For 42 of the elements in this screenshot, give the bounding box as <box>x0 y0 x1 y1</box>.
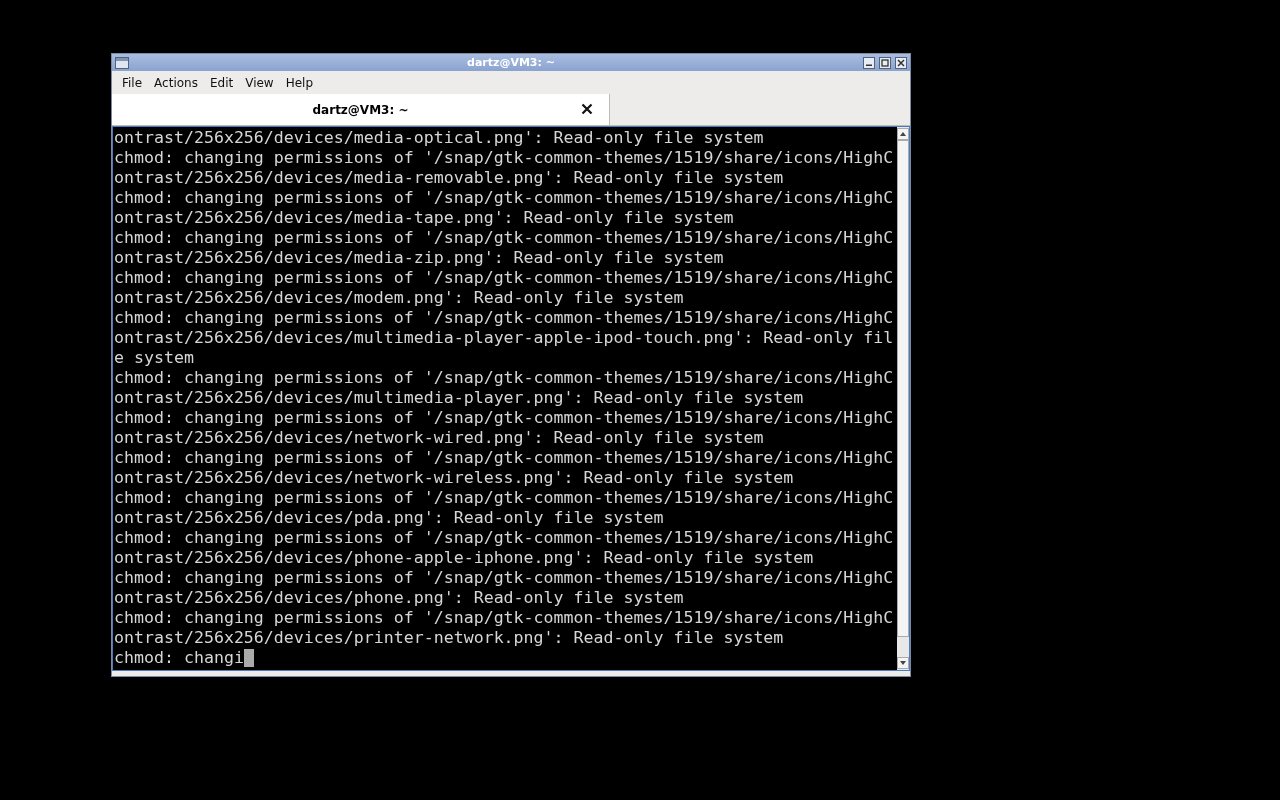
terminal-line: chmod: changing permissions of '/snap/gtk-common-themes/1519/share/icons/HighC <box>114 608 894 628</box>
terminal-line: ontrast/256x256/devices/printer-network.png': Read-only file system <box>114 628 784 648</box>
window-title: dartz@VM3: ~ <box>466 56 556 69</box>
terminal-line: chmod: changing permissions of '/snap/gtk-common-themes/1519/share/icons/HighC <box>114 228 894 248</box>
terminal-line: ontrast/256x256/devices/network-wired.png': Read-only file system <box>114 428 764 448</box>
terminal-line: chmod: changing permissions of '/snap/gtk-common-themes/1519/share/icons/HighC <box>114 148 894 168</box>
terminal-line: chmod: changing permissions of '/snap/gtk-common-themes/1519/share/icons/HighC <box>114 368 894 388</box>
terminal-line: ontrast/256x256/devices/modem.png': Read-only file system <box>114 288 684 308</box>
minimize-icon[interactable] <box>863 56 875 69</box>
terminal-line: chmod: changing permissions of '/snap/gtk-common-themes/1519/share/icons/HighC <box>114 448 894 468</box>
menu-item[interactable]: Actions <box>148 75 204 90</box>
terminal-line: chmod: changing permissions of '/snap/gtk-common-themes/1519/share/icons/HighC <box>114 308 894 328</box>
terminal-line: chmod: changing permissions of '/snap/gtk-common-themes/1519/share/icons/HighC <box>114 268 894 288</box>
terminal-line: chmod: changing permissions of '/snap/gtk-common-themes/1519/share/icons/HighC <box>114 408 894 428</box>
menu-item[interactable]: View <box>239 75 280 90</box>
close-icon[interactable] <box>895 56 907 69</box>
terminal-line: chmod: changing permissions of '/snap/gtk-common-themes/1519/share/icons/HighC <box>114 528 894 548</box>
terminal-line: ontrast/256x256/devices/media-tape.png': Read-only file system <box>114 208 734 228</box>
terminal-line: ontrast/256x256/devices/media-optical.png': Read-only file system <box>114 128 764 148</box>
text-cursor <box>243 649 254 667</box>
scroll-down-icon[interactable] <box>897 657 909 669</box>
terminal-line: ontrast/256x256/devices/media-zip.png': Read-only file system <box>114 248 724 268</box>
terminal-line: ontrast/256x256/devices/multimedia-player-apple-ipod-touch.png': Read-only fil <box>114 328 894 348</box>
terminal-line: chmod: changing permissions of '/snap/gtk-common-themes/1519/share/icons/HighC <box>114 488 894 508</box>
menu-item[interactable]: File <box>116 75 149 90</box>
close-tab-icon[interactable] <box>581 103 593 115</box>
terminal-line: ontrast/256x256/devices/phone-apple-iphone.png': Read-only file system <box>114 548 814 568</box>
terminal-line: chmod: changing permissions of '/snap/gtk-common-themes/1519/share/icons/HighC <box>114 568 894 588</box>
terminal-tab[interactable]: dartz@VM3: ~ <box>112 94 610 125</box>
maximize-icon[interactable] <box>879 56 891 69</box>
scroll-up-icon[interactable] <box>897 128 909 140</box>
menu-item[interactable]: Edit <box>203 75 240 90</box>
terminal-line: chmod: changing permissions of '/snap/gtk-common-themes/1519/share/icons/HighC <box>114 188 894 208</box>
menu-item[interactable]: Help <box>279 75 320 90</box>
terminal-line: ontrast/256x256/devices/media-removable.png': Read-only file system <box>114 168 784 188</box>
window-menu-icon[interactable] <box>115 56 129 69</box>
terminal-line: chmod: changi <box>114 648 244 668</box>
terminal-line: ontrast/256x256/devices/phone.png': Read-only file system <box>114 588 684 608</box>
terminal-line: ontrast/256x256/devices/network-wireless.png': Read-only file system <box>114 468 794 488</box>
terminal-line: ontrast/256x256/devices/multimedia-player.png': Read-only file system <box>114 388 804 408</box>
terminal-line: ontrast/256x256/devices/pda.png': Read-only file system <box>114 508 664 528</box>
terminal-line: e system <box>114 348 194 368</box>
